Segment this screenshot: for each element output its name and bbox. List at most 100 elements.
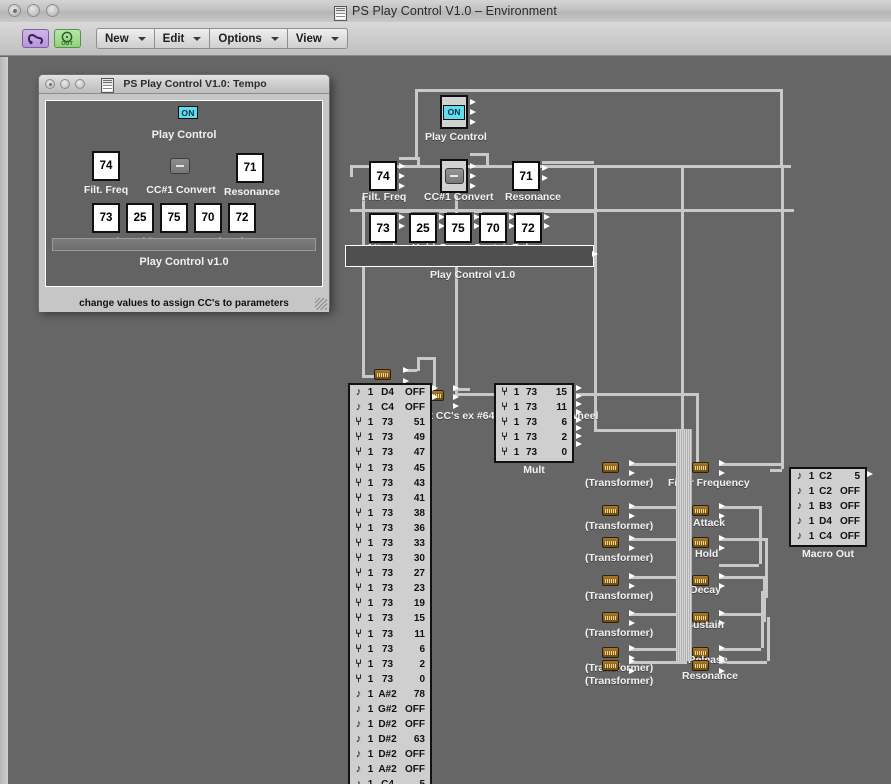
list-row[interactable]: ♪1C45 [350, 777, 430, 784]
port-out[interactable] [719, 610, 725, 616]
port-out[interactable] [719, 535, 725, 541]
list-row[interactable]: ⑂ 1 73 43 [350, 476, 430, 491]
sub-close-button[interactable] [45, 79, 55, 89]
macro-in-list[interactable]: ♪ 1 D4 OFF ♪ 1 C4 OFF ⑂ 1 73 51 ⑂ 1 73 49 ⑂ 1 73 47 ⑂ 1 73 45 ⑂ 1… [348, 383, 432, 784]
list-row[interactable]: ♪ 1 D#2 OFF [350, 717, 430, 732]
on-indicator[interactable]: ON [443, 104, 465, 120]
port-out[interactable] [576, 433, 582, 439]
port-out[interactable] [542, 175, 548, 181]
port-out[interactable] [629, 460, 635, 466]
panel-sustain-value[interactable]: 70 [194, 203, 222, 233]
cable-tool-icon[interactable] [22, 29, 49, 48]
panel-on-indicator[interactable]: ON [178, 106, 198, 119]
list-row[interactable]: ⑂ 1 73 38 [350, 506, 430, 521]
param-decay-value[interactable]: 75 [444, 213, 472, 243]
menu-view[interactable]: View [288, 29, 347, 48]
sub-window-traffic-lights[interactable] [45, 79, 85, 89]
list-row[interactable]: ⑂ 1 73 2 [496, 430, 572, 445]
list-row[interactable]: ⑂ 1 73 0 [496, 445, 572, 460]
transformer-object[interactable] [602, 660, 619, 671]
port-out[interactable] [470, 173, 476, 179]
transformer-object[interactable] [602, 612, 619, 623]
port-out[interactable] [629, 610, 635, 616]
port-out[interactable] [576, 409, 582, 415]
list-row[interactable]: ⑂ 1 73 15 [496, 385, 572, 400]
macro-out-list[interactable]: ♪ 1 C2 5 ♪ 1 C2 OFF ♪ 1 B3 OFF ♪ 1 D4 OFF ♪ 1 C4 OFF [789, 467, 867, 547]
list-row[interactable]: ⑂ 1 73 33 [350, 536, 430, 551]
list-row[interactable]: ⑂ 1 73 30 [350, 551, 430, 566]
list-row[interactable]: ♪ 1 D4 OFF [350, 385, 430, 400]
list-row[interactable]: ♪ 1 C4 OFF [791, 529, 865, 544]
panel-release-value[interactable]: 72 [228, 203, 256, 233]
list-row[interactable]: ♪ 1 D4 OFF [791, 514, 865, 529]
port-out[interactable] [629, 668, 635, 674]
panel-hold-value[interactable]: 25 [126, 203, 154, 233]
port-out[interactable] [629, 645, 635, 651]
list-row[interactable]: ♪ 1 A#2 78 [350, 687, 430, 702]
port-out[interactable] [470, 99, 476, 105]
list-row[interactable]: ⑂ 1 73 47 [350, 445, 430, 460]
panel-decay-value[interactable]: 75 [160, 203, 188, 233]
destination-object[interactable] [692, 537, 709, 548]
port-out[interactable] [629, 503, 635, 509]
port-out[interactable] [576, 425, 582, 431]
minimize-button[interactable] [27, 4, 40, 17]
transformer-object[interactable] [602, 647, 619, 658]
port-out[interactable] [399, 173, 405, 179]
transformer-object[interactable] [602, 505, 619, 516]
port-out[interactable] [399, 183, 405, 189]
port-out[interactable] [629, 620, 635, 626]
list-row[interactable]: ⑂ 1 73 19 [350, 596, 430, 611]
transformer-object[interactable] [602, 462, 619, 473]
mult-list[interactable]: ⑂ 1 73 15 ⑂ 1 73 11 ⑂ 1 73 6 ⑂ 1 73 2 ⑂ 1 73 0 [494, 383, 574, 463]
port-out[interactable] [719, 645, 725, 651]
port-out[interactable] [629, 573, 635, 579]
port-out[interactable] [470, 163, 476, 169]
port-out[interactable] [867, 471, 873, 477]
midi-out-icon[interactable]: OUT [54, 29, 81, 48]
port-out[interactable] [576, 393, 582, 399]
list-row[interactable]: ⑂ 1 73 36 [350, 521, 430, 536]
list-row[interactable]: ⑂ 1 73 15 [350, 611, 430, 626]
window-traffic-lights[interactable] [8, 4, 59, 17]
panel-attack-value[interactable]: 73 [92, 203, 120, 233]
menu-options[interactable]: Options [210, 29, 288, 48]
destination-object[interactable] [692, 505, 709, 516]
sub-minimize-button[interactable] [60, 79, 70, 89]
param-attack-value[interactable]: 73 [369, 213, 397, 243]
list-row[interactable]: ⑂ 1 73 41 [350, 491, 430, 506]
param-sustain-value[interactable]: 70 [479, 213, 507, 243]
param-release-value[interactable]: 72 [514, 213, 542, 243]
list-row[interactable]: ⑂ 1 73 0 [350, 672, 430, 687]
panel-cc1-convert-button[interactable] [170, 158, 190, 174]
port-out[interactable] [432, 385, 438, 391]
list-row[interactable]: ♪ 1 C4 OFF [350, 400, 430, 415]
param-hold-value[interactable]: 25 [409, 213, 437, 243]
list-row[interactable]: ♪ 1 B3 OFF [791, 499, 865, 514]
port-out[interactable] [470, 109, 476, 115]
port-out[interactable] [403, 367, 409, 373]
list-row[interactable]: ♪ 1 G#2 OFF [350, 702, 430, 717]
transformer-object[interactable] [602, 575, 619, 586]
port-out[interactable] [719, 658, 725, 664]
panel-filt-freq-value[interactable]: 74 [92, 151, 120, 181]
list-row[interactable]: ⑂ 1 73 6 [496, 415, 572, 430]
port-out[interactable] [719, 460, 725, 466]
cc1-convert-object[interactable] [440, 159, 468, 193]
list-row[interactable]: ⑂ 1 73 2 [350, 657, 430, 672]
port-out[interactable] [629, 513, 635, 519]
list-row[interactable]: ⑂ 1 73 23 [350, 581, 430, 596]
port-out[interactable] [453, 385, 459, 391]
port-out[interactable] [399, 223, 405, 229]
port-out[interactable] [576, 401, 582, 407]
sub-zoom-button[interactable] [75, 79, 85, 89]
port-out[interactable] [399, 163, 405, 169]
play-control-fader[interactable] [345, 245, 594, 267]
close-button[interactable] [8, 4, 21, 17]
play-control-on-object[interactable]: ON [440, 95, 468, 129]
port-out[interactable] [576, 385, 582, 391]
port-out[interactable] [719, 545, 725, 551]
list-row[interactable]: ⑂ 1 73 45 [350, 460, 430, 475]
port-out[interactable] [470, 183, 476, 189]
tempo-sub-window[interactable]: PS Play Control V1.0: Tempo ON Play Cont… [38, 74, 330, 312]
